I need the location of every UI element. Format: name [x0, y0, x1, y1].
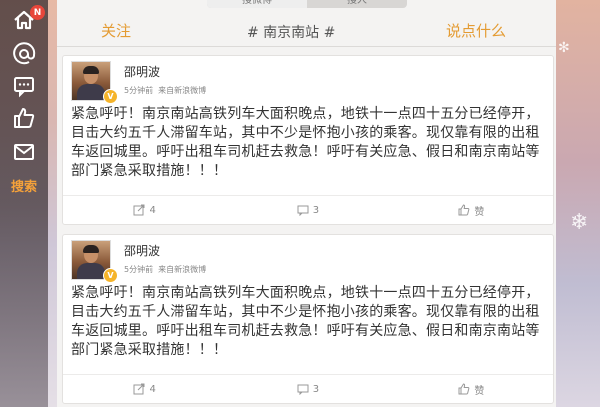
snowflake-icon: ✻ — [558, 40, 570, 56]
snowflake-icon: ❄ — [570, 210, 589, 235]
post-actions: 4 3 赞 — [63, 374, 553, 403]
thumbs-up-icon[interactable] — [12, 106, 36, 130]
comment-icon — [297, 205, 309, 216]
tab-search-people[interactable]: 搜人 — [307, 0, 407, 8]
post-card: V 邵明波 5分钟前 来自新浪微博 紧急呼吁！南京南站高铁列车大面积晚点，地铁十一… — [62, 55, 554, 225]
mail-icon[interactable] — [12, 140, 36, 164]
comment-count: 3 — [312, 204, 320, 216]
comment-icon[interactable] — [12, 74, 36, 98]
post-text: 紧急呼吁！南京南站高铁列车大面积晚点，地铁十一点四十五分已经停开，目击大约五千人… — [71, 285, 540, 358]
comment-count: 3 — [312, 383, 320, 395]
page-title: # 南京南站 # — [247, 25, 336, 41]
topic-header: 关注 # 南京南站 # 说点什么 — [57, 14, 556, 47]
like-button[interactable]: 赞 — [390, 375, 553, 403]
post-card: V 邵明波 5分钟前 来自新浪微博 紧急呼吁！南京南站高铁列车大面积晚点，地铁十一… — [62, 234, 554, 404]
sidebar: N 搜索 — [0, 0, 48, 407]
sidebar-search[interactable]: 搜索 — [0, 176, 48, 195]
verified-badge: V — [103, 89, 118, 104]
repost-button[interactable]: 4 — [63, 196, 226, 224]
post-actions: 4 3 赞 — [63, 195, 553, 224]
post-time: 5分钟前 — [124, 265, 154, 274]
comment-icon — [297, 384, 309, 395]
follow-button[interactable]: 关注 — [101, 20, 131, 41]
thumbs-up-icon — [458, 383, 470, 395]
tab-search-weibo[interactable]: 搜微博 — [207, 0, 307, 8]
repost-button[interactable]: 4 — [63, 375, 226, 403]
thumbs-up-icon — [458, 204, 470, 216]
username[interactable]: 邵明波 — [124, 63, 160, 80]
repost-icon — [133, 204, 145, 216]
search-tabs: 搜微博 搜人 — [207, 0, 407, 8]
repost-count: 4 — [149, 383, 156, 395]
like-label: 赞 — [474, 206, 485, 218]
post-meta: 5分钟前 来自新浪微博 — [124, 264, 206, 275]
comment-button[interactable]: 3 — [226, 375, 389, 403]
post-text: 紧急呼吁！南京南站高铁列车大面积晚点，地铁十一点四十五分已经停开，目击大约五千人… — [71, 106, 540, 179]
username[interactable]: 邵明波 — [124, 242, 160, 259]
post-source: 来自新浪微博 — [158, 86, 207, 95]
post-source: 来自新浪微博 — [158, 265, 207, 274]
repost-icon — [133, 383, 145, 395]
at-icon[interactable] — [12, 42, 36, 66]
comment-button[interactable]: 3 — [226, 196, 389, 224]
notification-badge: N — [30, 5, 45, 20]
post-meta: 5分钟前 来自新浪微博 — [124, 85, 206, 96]
repost-count: 4 — [149, 204, 156, 216]
decorative-background: ❄ ✻ — [556, 0, 600, 407]
compose-button[interactable]: 说点什么 — [446, 20, 506, 41]
like-label: 赞 — [474, 385, 485, 397]
verified-badge: V — [103, 268, 118, 283]
main-panel: 搜微博 搜人 关注 # 南京南站 # 说点什么 V 邵明波 5分钟前 来自新浪微博… — [57, 0, 556, 407]
post-time: 5分钟前 — [124, 86, 154, 95]
like-button[interactable]: 赞 — [390, 196, 553, 224]
